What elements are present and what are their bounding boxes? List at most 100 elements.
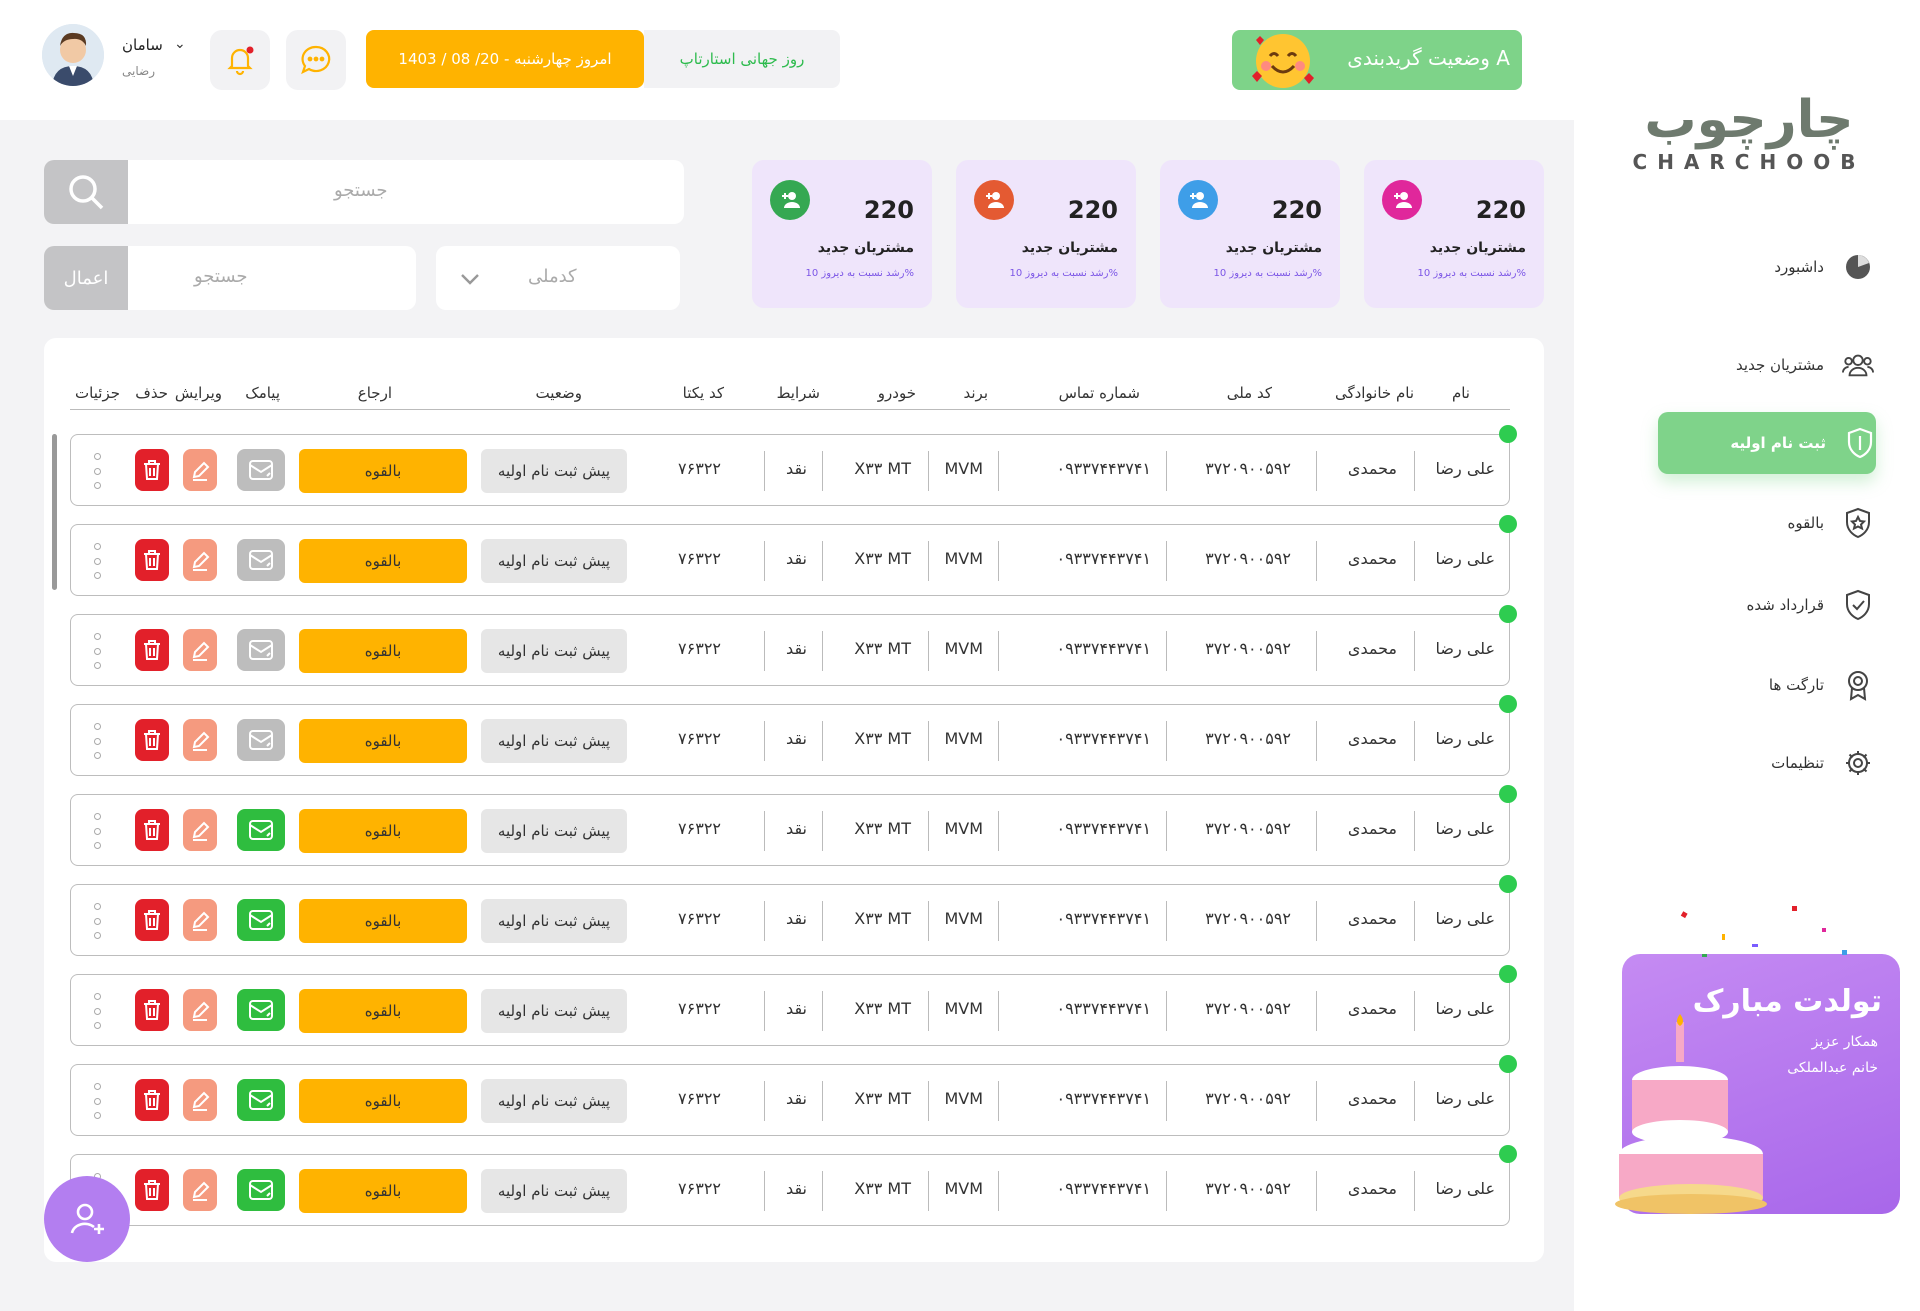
filter-field-select[interactable]: کدملی (436, 246, 680, 310)
chevron-down-icon[interactable]: ⌄ (174, 36, 186, 52)
table-row[interactable]: علی رضا محمدی ۳۷۲۰۹۰۰۵۹۲ ۰۹۳۳۷۴۴۳۷۴۱ MVM X۳۳ … (70, 425, 1517, 506)
more-options-icon[interactable] (93, 543, 101, 579)
notification-button[interactable] (210, 30, 270, 90)
sms-button[interactable] (237, 809, 285, 851)
more-options-icon[interactable] (93, 903, 101, 939)
cell-divider (928, 451, 929, 491)
cell-divider (1316, 991, 1317, 1031)
delete-button[interactable] (135, 539, 169, 581)
cell-divider (1166, 901, 1167, 941)
filter-input[interactable]: جستجو (194, 266, 248, 287)
cell-unique-code: ۷۶۳۲۲ (678, 999, 721, 1018)
edit-button[interactable] (183, 1169, 217, 1211)
table-row[interactable]: علی رضا محمدی ۳۷۲۰۹۰۰۵۹۲ ۰۹۳۳۷۴۴۳۷۴۱ MVM X۳۳ … (70, 515, 1517, 596)
referral-button[interactable]: بالقوه (299, 809, 467, 853)
referral-button[interactable]: بالقوه (299, 989, 467, 1033)
user-menu[interactable]: سامان رضایی ⌄ (42, 22, 202, 94)
table-row[interactable]: علی رضا محمدی ۳۷۲۰۹۰۰۵۹۲ ۰۹۳۳۷۴۴۳۷۴۱ MVM X۳۳ … (70, 1055, 1517, 1136)
sms-button[interactable] (237, 629, 285, 671)
cell-divider (764, 901, 765, 941)
edit-button[interactable] (183, 719, 217, 761)
table-row[interactable]: علی رضا محمدی ۳۷۲۰۹۰۰۵۹۲ ۰۹۳۳۷۴۴۳۷۴۱ MVM X۳۳ … (70, 965, 1517, 1046)
cell-divider (928, 721, 929, 761)
referral-button[interactable]: بالقوه (299, 899, 467, 943)
cell-divider (928, 631, 929, 671)
cell-divider (764, 991, 765, 1031)
sms-button[interactable] (237, 1169, 285, 1211)
sms-button[interactable] (237, 899, 285, 941)
edit-button[interactable] (183, 629, 217, 671)
referral-button[interactable]: بالقوه (299, 449, 467, 493)
sms-button[interactable] (237, 1079, 285, 1121)
sms-button[interactable] (237, 989, 285, 1031)
edit-button[interactable] (183, 1079, 217, 1121)
more-options-icon[interactable] (93, 453, 101, 489)
stat-growth: رشد نسبت به دیروز 10% (1417, 268, 1526, 279)
delete-button[interactable] (135, 1079, 169, 1121)
sms-button[interactable] (237, 719, 285, 761)
more-options-icon[interactable] (93, 993, 101, 1029)
sms-button[interactable] (237, 449, 285, 491)
referral-button[interactable]: بالقوه (299, 1169, 467, 1213)
grade-status-badge[interactable]: وضعیت گریدبندی A (1232, 30, 1522, 90)
edit-button[interactable] (183, 809, 217, 851)
delete-button[interactable] (135, 899, 169, 941)
mail-icon (249, 1180, 273, 1200)
sidebar-item-contracted[interactable]: قرارداد شده (1654, 574, 1874, 636)
referral-button[interactable]: بالقوه (299, 539, 467, 583)
stat-label: مشتریان جدید (817, 240, 914, 256)
cell-divider (764, 721, 765, 761)
table-row[interactable]: علی رضا محمدی ۳۷۲۰۹۰۰۵۹۲ ۰۹۳۳۷۴۴۳۷۴۱ MVM X۳۳ … (70, 785, 1517, 866)
table-row[interactable]: علی رضا محمدی ۳۷۲۰۹۰۰۵۹۲ ۰۹۳۳۷۴۴۳۷۴۱ MVM X۳۳ … (70, 875, 1517, 956)
search-button[interactable] (44, 160, 128, 224)
edit-button[interactable] (183, 449, 217, 491)
trash-icon (144, 1180, 160, 1200)
sidebar-item-potential[interactable]: بالقوه (1654, 492, 1874, 554)
confetti-icon (1680, 906, 1847, 957)
cell-divider (998, 451, 999, 491)
messages-button[interactable] (286, 30, 346, 90)
cell-family: محمدی (1347, 639, 1397, 658)
sidebar-item-settings[interactable]: تنظیمات (1654, 732, 1874, 794)
bell-icon (227, 46, 254, 76)
table-row[interactable]: علی رضا محمدی ۳۷۲۰۹۰۰۵۹۲ ۰۹۳۳۷۴۴۳۷۴۱ MVM X۳۳ … (70, 1145, 1517, 1226)
delete-button[interactable] (135, 629, 169, 671)
delete-button[interactable] (135, 449, 169, 491)
cell-divider (822, 901, 823, 941)
referral-button[interactable]: بالقوه (299, 629, 467, 673)
mail-icon (249, 1090, 273, 1110)
logo-fa-text: چارچوب (1644, 90, 1854, 150)
mail-icon (249, 910, 273, 930)
sidebar-item-pre-registration[interactable]: ثبت نام اولیه (1658, 412, 1876, 474)
search-input[interactable]: جستجو (334, 180, 388, 201)
cell-name: علی رضا (1435, 1179, 1495, 1198)
delete-button[interactable] (135, 809, 169, 851)
edit-button[interactable] (183, 899, 217, 941)
sidebar-item-targets[interactable]: تارگت ها (1654, 654, 1874, 716)
scrollbar[interactable] (52, 434, 57, 590)
more-options-icon[interactable] (93, 813, 101, 849)
delete-button[interactable] (135, 719, 169, 761)
delete-button[interactable] (135, 989, 169, 1031)
referral-button[interactable]: بالقوه (299, 719, 467, 763)
table-row[interactable]: علی رضا محمدی ۳۷۲۰۹۰۰۵۹۲ ۰۹۳۳۷۴۴۳۷۴۱ MVM X۳۳ … (70, 605, 1517, 686)
sidebar-item-dashboard[interactable]: داشبورد (1654, 236, 1874, 298)
table-row[interactable]: علی رضا محمدی ۳۷۲۰۹۰۰۵۹۲ ۰۹۳۳۷۴۴۳۷۴۱ MVM X۳۳ … (70, 695, 1517, 776)
col-header-referral: ارجاع (357, 384, 392, 402)
sms-button[interactable] (237, 539, 285, 581)
more-options-icon[interactable] (93, 723, 101, 759)
edit-button[interactable] (183, 989, 217, 1031)
pencil-icon (192, 641, 210, 661)
cell-divider (1166, 1081, 1167, 1121)
cell-name: علی رضا (1435, 999, 1495, 1018)
more-options-icon[interactable] (93, 633, 101, 669)
cell-car: X۳۳ MT (854, 1089, 911, 1108)
sidebar-item-new-customers[interactable]: مشتریان جدید (1654, 334, 1874, 396)
edit-button[interactable] (183, 539, 217, 581)
apply-button[interactable]: اعمال (44, 246, 128, 310)
more-options-icon[interactable] (93, 1083, 101, 1119)
referral-button[interactable]: بالقوه (299, 1079, 467, 1123)
add-customer-button[interactable] (44, 1176, 130, 1262)
delete-button[interactable] (135, 1169, 169, 1211)
table-header: نام نام خانوادگی کد ملی شماره تماس برند … (70, 358, 1510, 410)
